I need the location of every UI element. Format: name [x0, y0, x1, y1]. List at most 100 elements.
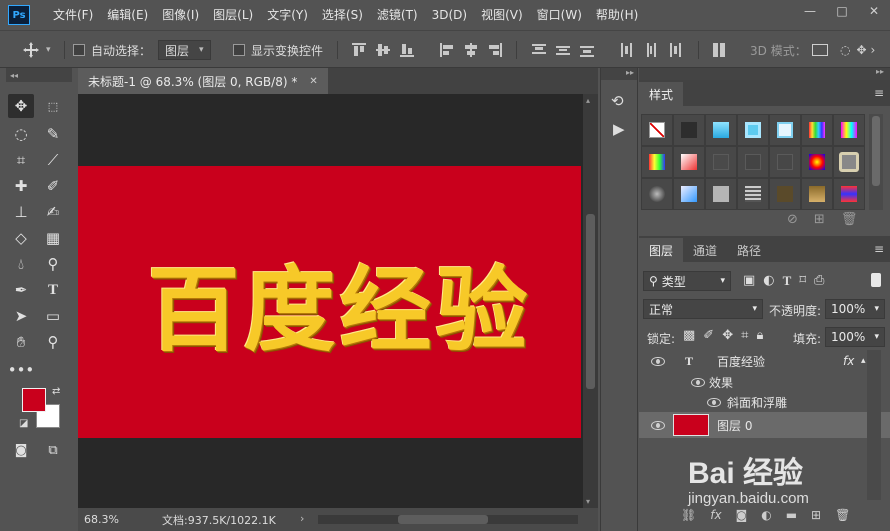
status-menu-arrow-icon[interactable]: › [300, 512, 304, 525]
brush-tool-icon[interactable]: ✐ [40, 174, 66, 198]
move-tool-icon[interactable]: ✥ [8, 94, 34, 118]
add-style-icon[interactable]: fx [710, 508, 721, 522]
crop-tool-icon[interactable]: ⌗ [8, 148, 34, 172]
horizontal-scrollbar[interactable] [318, 515, 578, 524]
opacity-input[interactable]: 100% ▾ [825, 299, 885, 319]
style-swatch[interactable] [641, 178, 673, 210]
lock-all-icon[interactable]: 🔒︎ [756, 328, 763, 343]
filter-type-icon[interactable]: T [783, 273, 792, 289]
foreground-color-swatch[interactable] [22, 388, 46, 412]
layer-filter-dropdown[interactable]: ⚲ 类型 ▾ [643, 271, 731, 291]
align-hcenter-icon[interactable] [464, 43, 478, 57]
show-transform-checkbox[interactable] [233, 44, 245, 56]
3d-mode-buttons[interactable]: ◌ ✥ › [812, 39, 875, 61]
style-swatch[interactable] [737, 114, 769, 146]
actions-panel-icon[interactable]: ▶ [613, 120, 625, 138]
default-colors-icon[interactable]: ◪ [19, 418, 28, 429]
style-swatch[interactable] [641, 146, 673, 178]
style-swatch[interactable] [833, 114, 865, 146]
menu-view[interactable]: 视图(V) [474, 0, 530, 30]
panel-expand-icon[interactable]: ▸▸ [876, 67, 884, 76]
link-layers-icon[interactable]: ⛓ [681, 508, 696, 522]
style-swatch[interactable] [769, 114, 801, 146]
hand-tool-icon[interactable]: ✋︎ [8, 330, 34, 354]
lasso-tool-icon[interactable]: ◌ [8, 122, 34, 146]
zoom-level[interactable]: 68.3% [84, 513, 144, 526]
scroll-down-icon[interactable]: ▾ [586, 497, 590, 506]
layer-name[interactable]: 图层 0 [717, 417, 752, 434]
vertical-scrollbar[interactable]: ▴ ▾ [583, 94, 598, 508]
auto-select-checkbox[interactable] [73, 44, 85, 56]
canvas-text-layer[interactable]: 百度经验 [147, 236, 531, 369]
blur-tool-icon[interactable]: 💧︎ [8, 252, 34, 276]
clear-style-icon[interactable]: ⊘ [787, 212, 798, 227]
style-swatch[interactable] [673, 114, 705, 146]
tab-layers[interactable]: 图层 [639, 238, 684, 262]
new-layer-icon[interactable]: ⊞ [811, 508, 821, 522]
clone-stamp-tool-icon[interactable]: ⊥ [8, 200, 34, 224]
style-swatch[interactable] [705, 114, 737, 146]
style-swatch[interactable] [833, 178, 865, 210]
style-swatch[interactable] [705, 178, 737, 210]
quick-select-tool-icon[interactable]: ✎ [40, 122, 66, 146]
style-swatch[interactable] [769, 146, 801, 178]
lock-transparent-icon[interactable]: ▩ [683, 328, 695, 343]
close-tab-icon[interactable]: ✕ [309, 76, 317, 87]
tools-panel-collapse[interactable]: ◂◂ [6, 68, 72, 82]
lock-pixels-icon[interactable]: ✐ [703, 328, 714, 343]
style-swatch[interactable] [769, 178, 801, 210]
pen-tool-icon[interactable]: ✒ [8, 278, 34, 302]
style-swatch[interactable] [641, 114, 673, 146]
layer-row-bevel-emboss[interactable]: 斜面和浮雕 [639, 392, 890, 412]
scroll-up-icon[interactable]: ▴ [586, 96, 590, 105]
dodge-tool-icon[interactable]: ⚲ [40, 252, 66, 276]
distribute-left-icon[interactable] [620, 43, 634, 57]
distribute-vcenter-icon[interactable] [556, 43, 570, 57]
edit-toolbar-icon[interactable]: ••• [8, 358, 35, 382]
menu-filter[interactable]: 滤镜(T) [370, 0, 425, 30]
lock-position-icon[interactable]: ✥ [722, 328, 733, 343]
lock-artboard-icon[interactable]: ⌗ [741, 328, 748, 343]
style-swatch[interactable] [705, 146, 737, 178]
align-vcenter-icon[interactable] [376, 43, 390, 57]
panel-collapse-icon[interactable]: ▸▸ [601, 68, 637, 80]
marquee-tool-icon[interactable]: ⬚ [40, 94, 66, 118]
styles-scroll-thumb[interactable] [872, 116, 880, 186]
visibility-eye-icon[interactable] [691, 377, 705, 387]
style-swatch[interactable] [801, 178, 833, 210]
filter-pixel-icon[interactable]: ▣ [743, 273, 755, 289]
style-swatch[interactable] [737, 178, 769, 210]
maximize-button[interactable]: □ [826, 0, 858, 22]
layer-name[interactable]: 百度经验 [717, 353, 765, 370]
menu-help[interactable]: 帮助(H) [589, 0, 645, 30]
filter-shape-icon[interactable]: ⌑ [799, 273, 806, 289]
rectangle-tool-icon[interactable]: ▭ [40, 304, 66, 328]
swap-colors-icon[interactable]: ⇄ [52, 386, 60, 397]
layers-scrollbar[interactable] [867, 350, 881, 500]
new-style-icon[interactable]: ⊞ [814, 212, 825, 227]
distribute-hcenter-icon[interactable] [644, 43, 658, 57]
filter-toggle-icon[interactable] [871, 273, 881, 287]
gradient-tool-icon[interactable]: ▦ [40, 226, 66, 250]
style-swatch[interactable] [833, 146, 865, 178]
close-button[interactable]: ✕ [858, 0, 890, 22]
document-tab[interactable]: 未标题-1 @ 68.3% (图层 0, RGB/8) * ✕ [78, 68, 328, 94]
delete-layer-icon[interactable]: 🗑︎ [835, 508, 850, 522]
effect-name[interactable]: 斜面和浮雕 [727, 394, 787, 411]
layer-fx-icon[interactable]: fx [843, 354, 854, 368]
visibility-eye-icon[interactable] [707, 397, 721, 407]
tab-styles[interactable]: 样式 [639, 82, 684, 106]
menu-image[interactable]: 图像(I) [155, 0, 206, 30]
eraser-tool-icon[interactable]: ◇ [8, 226, 34, 250]
layer-row-effects[interactable]: 效果 [639, 372, 890, 392]
delete-style-icon[interactable]: 🗑︎ [841, 212, 858, 227]
history-panel-icon[interactable]: ⟲ [611, 92, 624, 110]
distribute-right-icon[interactable] [668, 43, 682, 57]
menu-type[interactable]: 文字(Y) [260, 0, 315, 30]
style-swatch[interactable] [673, 178, 705, 210]
quick-mask-icon[interactable]: ◙ [8, 438, 34, 462]
distribute-top-icon[interactable] [532, 43, 546, 57]
fill-input[interactable]: 100% ▾ [825, 327, 885, 347]
new-group-icon[interactable]: ▬ [786, 508, 797, 522]
align-right-icon[interactable] [488, 43, 502, 57]
